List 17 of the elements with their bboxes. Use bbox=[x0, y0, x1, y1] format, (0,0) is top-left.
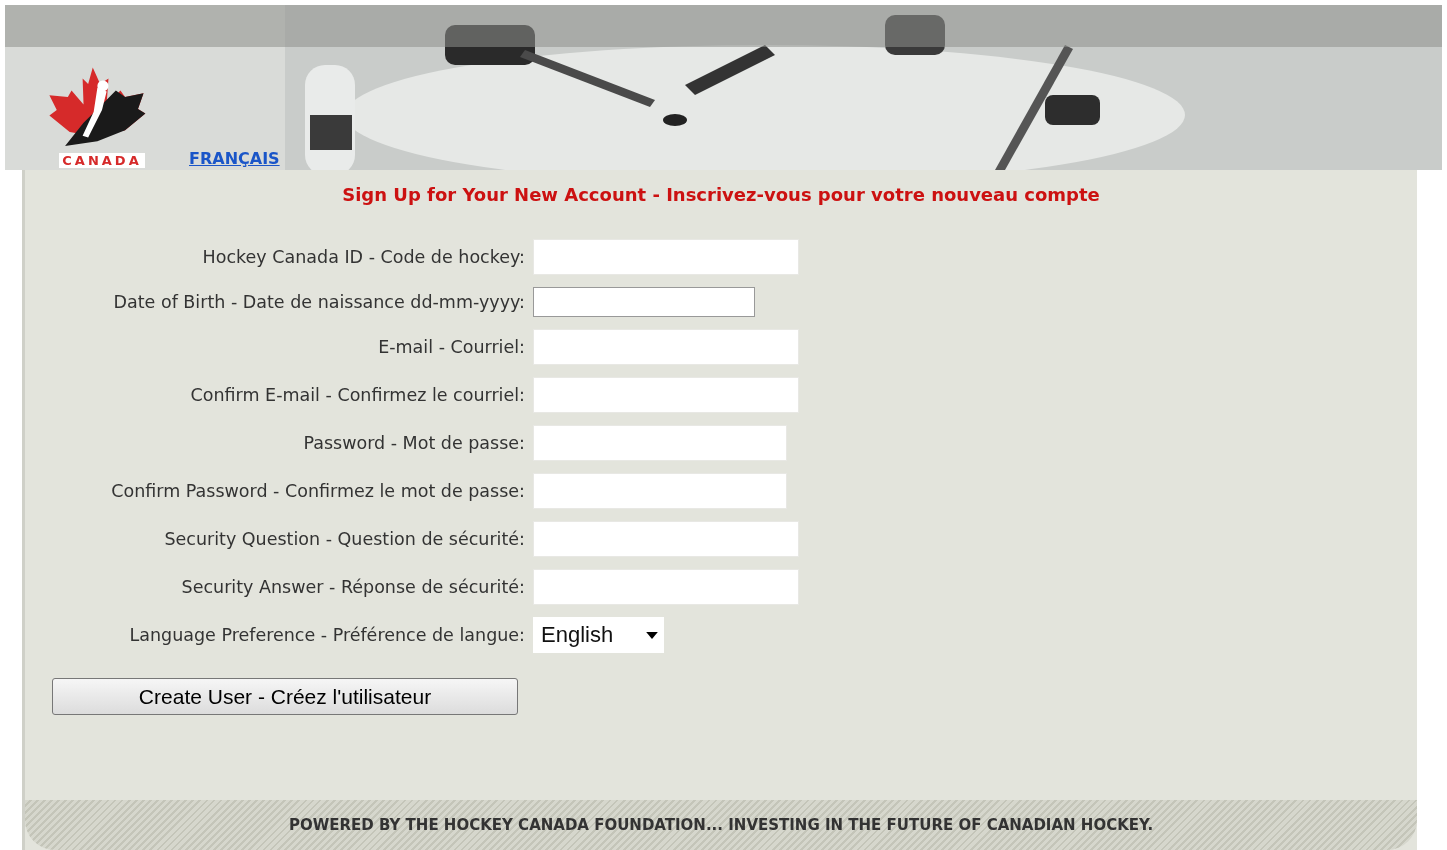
language-select[interactable]: English bbox=[533, 617, 664, 653]
field-label: Language Preference - Préférence de langue: bbox=[128, 625, 525, 645]
logo-text: CANADA bbox=[59, 153, 145, 168]
field-label: Confirm E-mail - Confirmez le courriel: bbox=[189, 385, 525, 405]
footer-text: POWERED BY THE HOCKEY CANADA FOUNDATION... INVESTING IN THE FUTURE OF CANADIAN HOCKEY. bbox=[288, 816, 1154, 834]
page-title: Sign Up for Your New Account - Inscrivez-vous pour votre nouveau compte bbox=[341, 184, 1101, 205]
create-user-button[interactable]: Create User - Créez l'utilisateur bbox=[52, 678, 518, 715]
language-link[interactable]: FRANÇAIS bbox=[189, 149, 280, 168]
field-label: Date of Birth - Date de naissance dd-mm-yyyy: bbox=[112, 292, 525, 312]
field-label: Security Answer - Réponse de sécurité: bbox=[180, 577, 525, 597]
input-field[interactable] bbox=[533, 287, 755, 317]
field-label: Hockey Canada ID - Code de hockey: bbox=[201, 247, 525, 267]
field-label: Confirm Password - Confirmez le mot de passe: bbox=[110, 481, 525, 501]
field-label: Password - Mot de passe: bbox=[302, 433, 525, 453]
caret-icon bbox=[646, 631, 658, 639]
field-label: E-mail - Courriel: bbox=[377, 337, 525, 357]
field-label: Security Question - Question de sécurité: bbox=[163, 529, 525, 549]
